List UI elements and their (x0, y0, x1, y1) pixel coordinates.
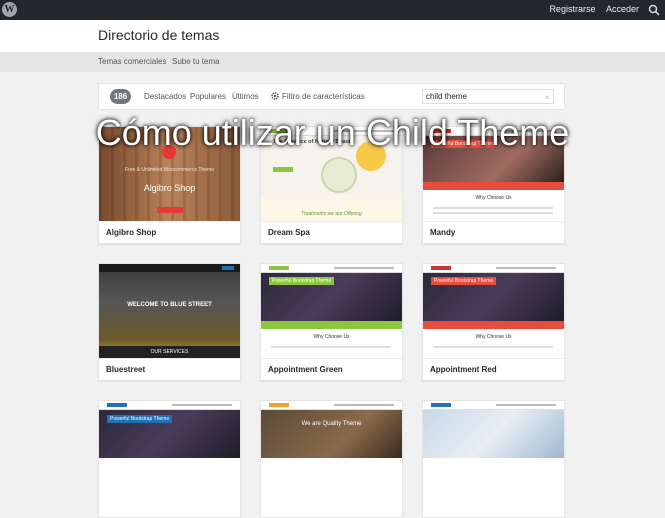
theme-name[interactable]: Appointment Green (261, 358, 402, 380)
screenshot-tagline: OUR SERVICES (150, 349, 189, 355)
clear-search-icon[interactable]: ✕ (544, 92, 550, 105)
screenshot-title: Powerful Bootstrap Theme (107, 415, 173, 423)
screenshot-nav (261, 401, 402, 410)
search-icon[interactable] (648, 4, 660, 16)
theme-screenshot: Powerful Bootstrap Theme Why Choose Us (261, 264, 402, 358)
screenshot-nav (423, 401, 564, 410)
feature-filter-link[interactable]: Filtro de características (282, 92, 365, 101)
upload-theme-link[interactable]: Sube tu tema (172, 57, 220, 66)
commercial-themes-link[interactable]: Temas comerciales (98, 57, 166, 66)
tab-latest[interactable]: Últimos (232, 92, 259, 101)
screenshot-tagline: Why Choose Us (475, 334, 512, 340)
spa-bowl-image (321, 157, 357, 193)
theme-name[interactable]: Dream Spa (261, 221, 402, 243)
page-header: Directorio de temas (0, 20, 665, 53)
search-value: child theme (426, 92, 467, 101)
screenshot-hero (423, 410, 564, 458)
screenshot-hero (261, 410, 402, 458)
screenshot-strip (423, 182, 564, 190)
theme-screenshot: WELCOME TO BLUE STREET OUR SERVICES (99, 264, 240, 358)
gear-icon[interactable] (270, 91, 280, 101)
screenshot-tagline: Free & Unlimited Woocommerce Theme (124, 167, 214, 173)
screenshot-tagline: Treatments we are Offering (301, 211, 362, 217)
theme-screenshot: Powerful Bootstrap Theme Why Choose Us (423, 264, 564, 358)
admin-bar-links: Registrarse Acceder (541, 4, 639, 14)
tab-popular[interactable]: Populares (190, 92, 226, 101)
screenshot-title: Powerful Bootstrap Theme (269, 277, 335, 285)
screenshot-title: Powerful Bootstrap Theme (431, 277, 497, 285)
screenshot-title: Algibro Shop (143, 183, 196, 193)
screenshot-text-line (433, 212, 553, 214)
screenshot-button (157, 207, 183, 213)
screenshot-text-line (433, 207, 553, 209)
theme-screenshot (423, 401, 564, 495)
screenshot-tagline: Why Choose Us (313, 334, 350, 340)
screenshot-nav (99, 401, 240, 410)
screenshot-text-line (271, 346, 391, 348)
screenshot-tagline: Why Choose Us (475, 195, 512, 201)
screenshot-strip (261, 321, 402, 329)
screenshot-nav (99, 264, 240, 272)
theme-screenshot: Powerful Bootstrap Theme (99, 401, 240, 495)
screenshot-button (273, 167, 293, 172)
theme-card[interactable]: Powerful Bootstrap Theme (98, 400, 241, 518)
theme-name[interactable]: Mandy (423, 221, 564, 243)
page-title: Directorio de temas (98, 27, 220, 43)
admin-bar: W Registrarse Acceder (0, 0, 665, 20)
register-link[interactable]: Registrarse (549, 4, 595, 14)
theme-card[interactable]: Powerful Bootstrap Theme Why Choose Us A… (260, 263, 403, 381)
screenshot-text-line (433, 346, 553, 348)
theme-card[interactable]: We are Quality Theme (260, 400, 403, 518)
theme-card[interactable] (422, 400, 565, 518)
filter-bar: 186 Destacados Populares Últimos Filtro … (98, 83, 565, 110)
screenshot-title: We are Quality Theme (301, 421, 362, 427)
theme-count-badge: 186 (110, 89, 131, 104)
sub-navigation: Temas comerciales Sube tu tema (0, 53, 665, 72)
screenshot-section (261, 195, 402, 221)
theme-search-input[interactable]: child theme ✕ (422, 89, 554, 104)
overlay-title: Cómo utilizar un Child Theme (95, 112, 570, 153)
login-link[interactable]: Acceder (606, 4, 639, 14)
theme-card[interactable]: Powerful Bootstrap Theme Why Choose Us A… (422, 263, 565, 381)
theme-card[interactable]: WELCOME TO BLUE STREET OUR SERVICES Blue… (98, 263, 241, 381)
screenshot-title: WELCOME TO BLUE STREET (127, 302, 212, 308)
theme-name[interactable]: Algibro Shop (99, 221, 240, 243)
screenshot-nav (423, 264, 564, 273)
theme-name[interactable]: Appointment Red (423, 358, 564, 380)
screenshot-nav (261, 264, 402, 273)
screenshot-strip (423, 321, 564, 329)
wordpress-logo-icon[interactable]: W (2, 2, 17, 17)
theme-screenshot: We are Quality Theme (261, 401, 402, 495)
tab-featured[interactable]: Destacados (144, 92, 186, 101)
theme-name[interactable]: Bluestreet (99, 358, 240, 380)
